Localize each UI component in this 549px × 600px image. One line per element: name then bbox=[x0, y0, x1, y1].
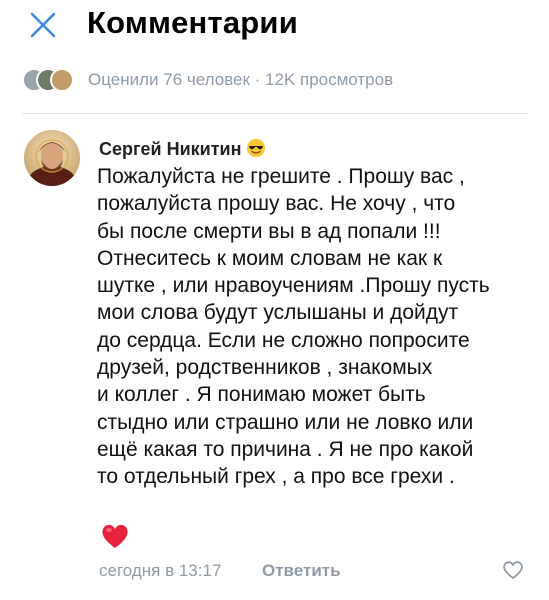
comment-author-row: Сергей Никитин bbox=[99, 137, 266, 161]
close-icon[interactable] bbox=[28, 10, 58, 40]
reply-button[interactable]: Ответить bbox=[262, 560, 341, 582]
red-heart-icon bbox=[100, 522, 130, 550]
divider bbox=[22, 113, 527, 114]
avatar bbox=[50, 68, 74, 92]
smiling-face-with-sunglasses-icon bbox=[246, 138, 266, 158]
rated-avatars bbox=[22, 68, 78, 92]
page-title: Комментарии bbox=[87, 5, 298, 40]
avatar[interactable] bbox=[24, 130, 80, 186]
top-bar: Комментарии bbox=[0, 0, 549, 52]
like-heart-icon[interactable] bbox=[502, 560, 524, 580]
comment-text: Пожалуйста не грешите . Прошу вас , пожа… bbox=[97, 165, 490, 489]
rated-count-text: Оценили 76 человек · 12K просмотров bbox=[88, 70, 394, 89]
comment-timestamp: сегодня в 13:17 bbox=[99, 561, 222, 580]
rated-by-row[interactable]: Оценили 76 человек · 12K просмотров bbox=[0, 62, 549, 96]
author-name[interactable]: Сергей Никитин bbox=[99, 139, 241, 159]
